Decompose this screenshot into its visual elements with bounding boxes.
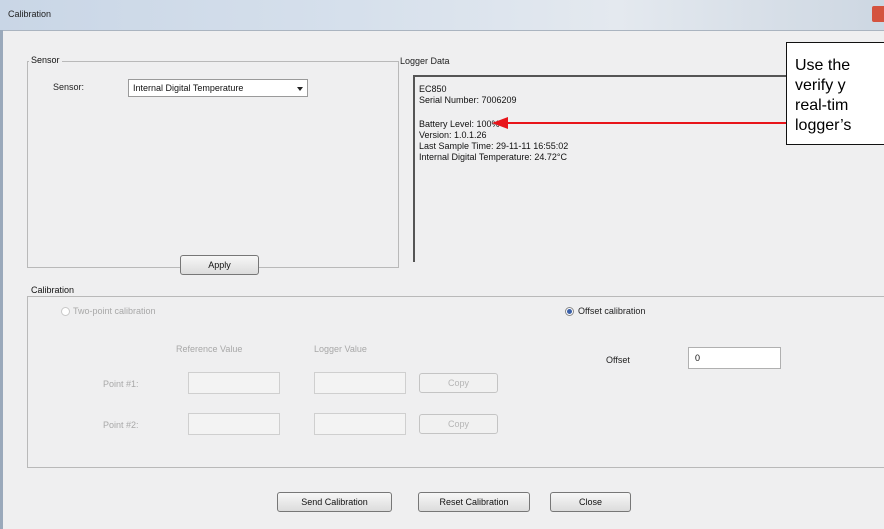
window-title: Calibration: [8, 9, 52, 19]
title-bar[interactable]: Calibration: [0, 0, 884, 31]
annotation-callout: Use the verify y real-tim logger’s: [786, 42, 884, 145]
offset-label: Offset: [606, 355, 630, 365]
chevron-down-icon: [297, 87, 303, 91]
close-window-icon[interactable]: [872, 6, 884, 22]
offset-input-value: 0: [695, 353, 701, 363]
callout-line-4: logger’s: [795, 117, 852, 134]
logger-serial: Serial Number: 7006209: [419, 95, 517, 105]
send-calibration-button[interactable]: Send Calibration: [277, 492, 392, 512]
window-left-edge: [0, 30, 3, 529]
logger-model: EC850: [419, 84, 447, 94]
point1-copy-button[interactable]: Copy: [419, 373, 498, 393]
logger-last-sample: Last Sample Time: 29-11-11 16:55:02: [419, 141, 569, 151]
sensor-label: Sensor:: [53, 82, 85, 92]
offset-input[interactable]: 0: [688, 347, 781, 369]
point2-reference-input[interactable]: [188, 413, 280, 435]
reference-value-header: Reference Value: [176, 344, 243, 354]
logger-data-panel: EC850 Serial Number: 7006209 Battery Lev…: [413, 75, 827, 262]
sensor-dropdown-value: Internal Digital Temperature: [133, 83, 244, 93]
sensor-dropdown[interactable]: Internal Digital Temperature: [128, 79, 308, 97]
point2-logger-input[interactable]: [314, 413, 406, 435]
apply-button[interactable]: Apply: [180, 255, 259, 275]
point2-copy-button[interactable]: Copy: [419, 414, 498, 434]
point1-reference-input[interactable]: [188, 372, 280, 394]
point1-label: Point #1:: [103, 379, 139, 389]
logger-value-header: Logger Value: [314, 344, 367, 354]
sensor-group-title: Sensor: [29, 55, 62, 65]
callout-line-3: real-tim: [795, 97, 849, 114]
callout-line-2: verify y: [795, 77, 846, 94]
close-button[interactable]: Close: [550, 492, 631, 512]
logger-battery: Battery Level: 100%: [419, 119, 500, 129]
offset-calibration-label: Offset calibration: [578, 306, 646, 316]
reset-calibration-button[interactable]: Reset Calibration: [418, 492, 530, 512]
point1-logger-input[interactable]: [314, 372, 406, 394]
calibration-window: Calibration Sensor Sensor: Internal Digi…: [0, 0, 884, 529]
calibration-group-title: Calibration: [29, 285, 77, 295]
logger-data-title: Logger Data: [400, 56, 450, 66]
callout-line-1: Use the: [795, 57, 851, 74]
two-point-radio[interactable]: [61, 307, 70, 316]
logger-version: Version: 1.0.1.26: [419, 130, 487, 140]
logger-temperature: Internal Digital Temperature: 24.72°C: [419, 152, 568, 162]
two-point-label: Two-point calibration: [73, 306, 156, 316]
offset-calibration-radio[interactable]: [565, 307, 574, 316]
point2-label: Point #2:: [103, 420, 139, 430]
